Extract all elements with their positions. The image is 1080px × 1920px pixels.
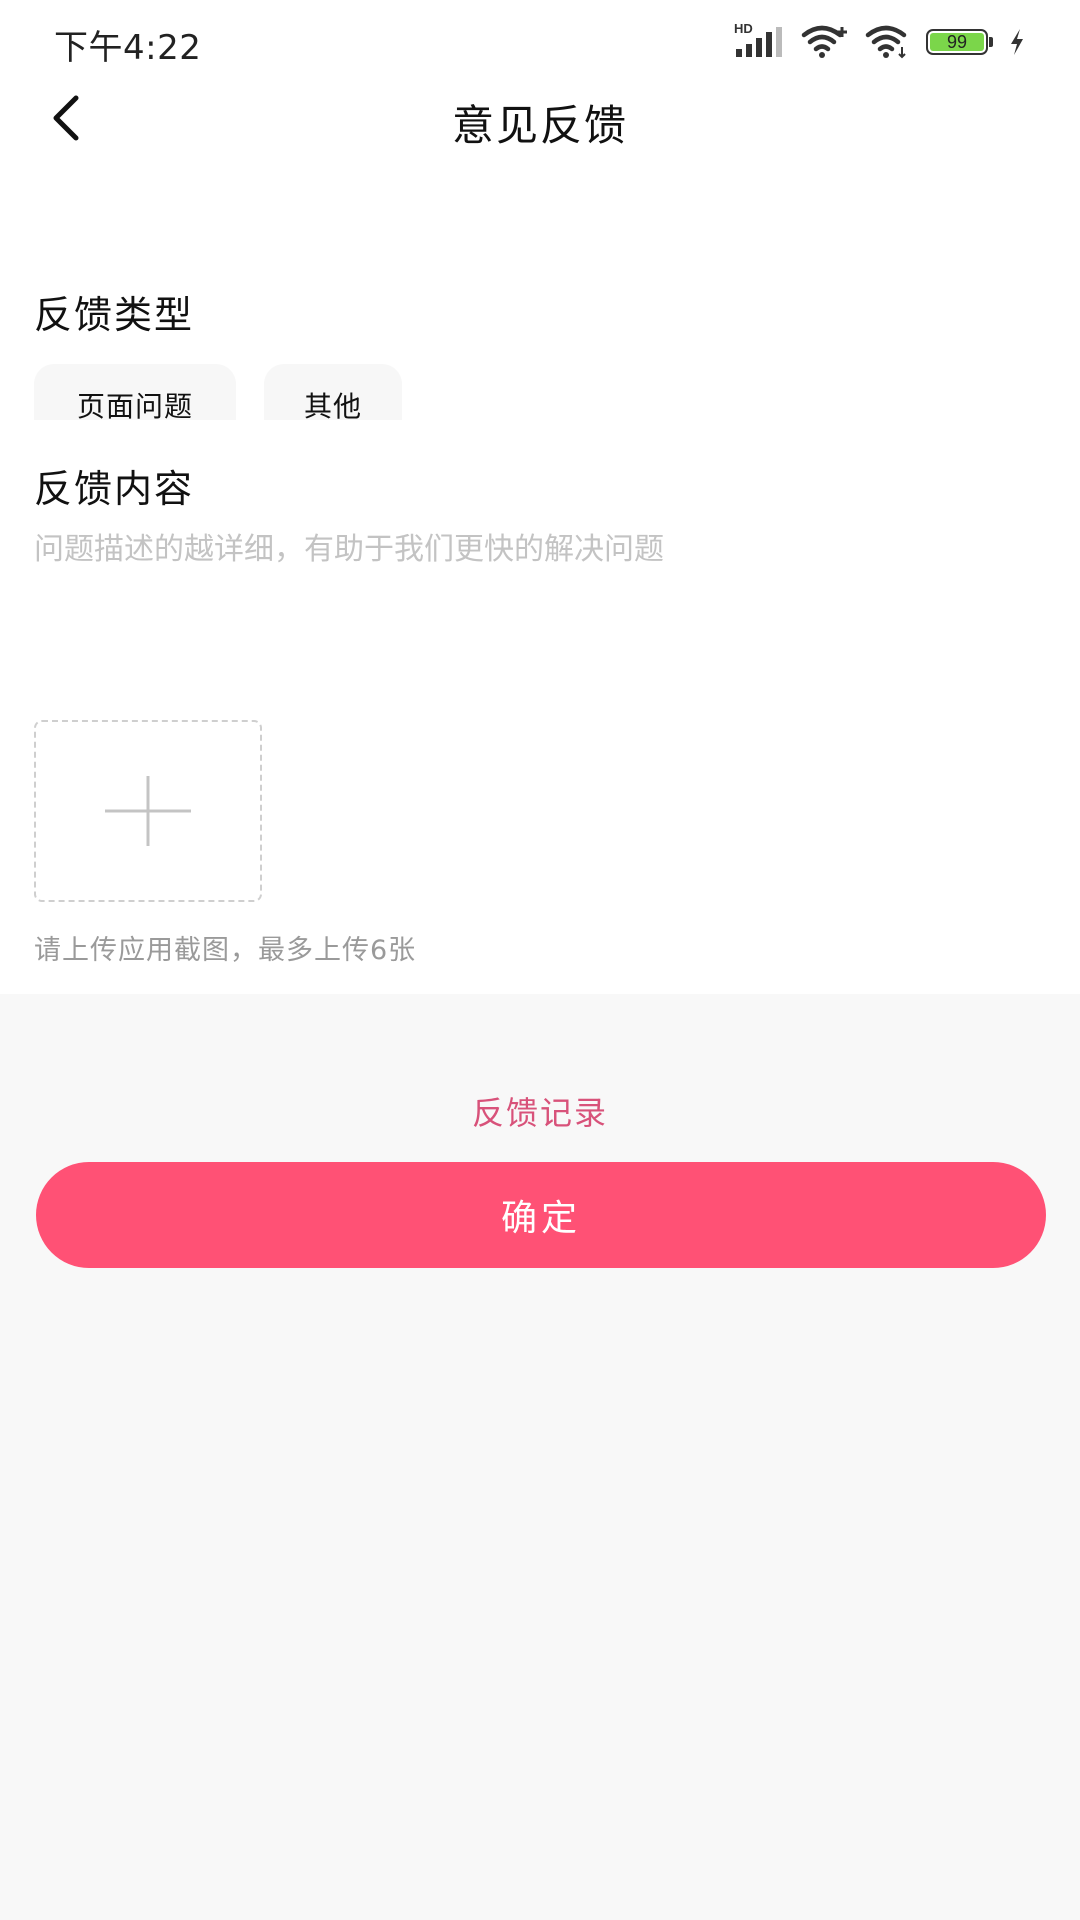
upload-hint: 请上传应用截图，最多上传6张 bbox=[34, 935, 417, 966]
status-time: 下午4:22 bbox=[54, 28, 202, 68]
confirm-button[interactable]: 确定 bbox=[36, 1162, 1046, 1268]
signal-icon: HD bbox=[734, 21, 786, 59]
lightning-icon bbox=[1008, 27, 1026, 57]
upload-screenshot-button[interactable] bbox=[34, 720, 262, 902]
status-bar: 下午4:22 HD 99 bbox=[0, 0, 1080, 82]
feedback-type-title: 反馈类型 bbox=[34, 293, 195, 337]
status-icons: HD 99 bbox=[734, 21, 1026, 62]
plus-icon bbox=[105, 776, 191, 846]
feedback-records-link[interactable]: 反馈记录 bbox=[0, 1088, 1080, 1134]
page-title: 意见反馈 bbox=[451, 101, 628, 150]
header: 意见反馈 反馈类型 页面问题 其他 bbox=[0, 82, 1080, 480]
wifi-icon bbox=[800, 25, 850, 59]
battery-icon: 99 bbox=[926, 27, 994, 57]
feedback-content-section: 反馈内容 请上传应用截图，最多上传6张 bbox=[0, 420, 1080, 994]
feedback-content-input[interactable] bbox=[34, 528, 1046, 648]
feedback-content-title: 反馈内容 bbox=[34, 467, 195, 511]
wifi-icon bbox=[864, 25, 912, 59]
battery-level: 99 bbox=[946, 32, 968, 52]
